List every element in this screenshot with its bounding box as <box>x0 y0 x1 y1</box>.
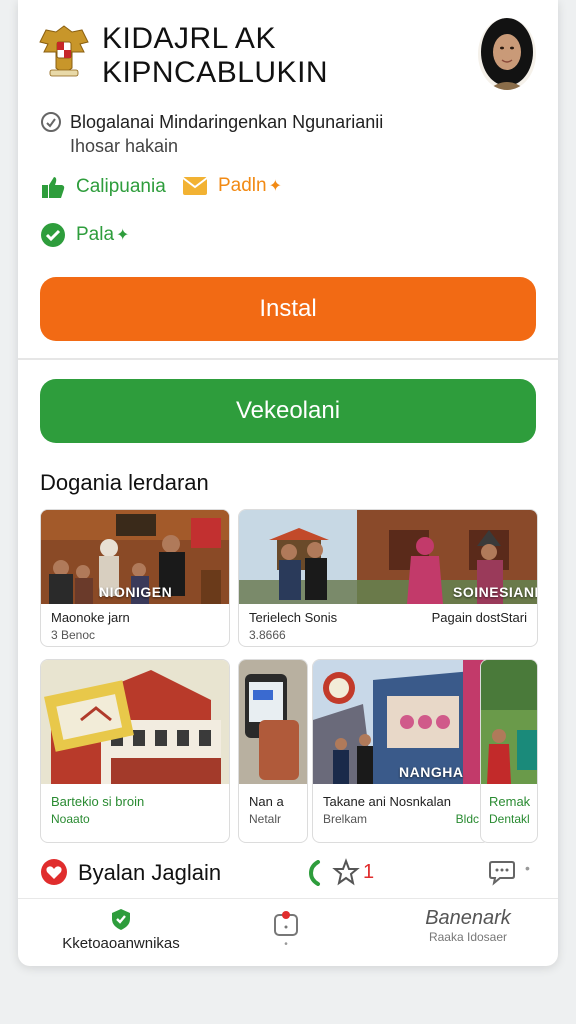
tile-overlay-text: NANGHA <box>399 764 464 780</box>
tag-padln[interactable]: Padln ✦ <box>182 174 282 198</box>
media-tile[interactable]: NANGHA Takane ani Nosnkalan Brelkam Bldc <box>312 659 490 843</box>
shield-check-icon <box>112 909 130 930</box>
tile-caption: Takane ani Nosnkalan <box>323 794 451 809</box>
sparkle-icon: ✦ <box>268 178 283 195</box>
nav-label: Banenark <box>425 907 511 929</box>
tile-caption-right: Pagain dostStari <box>431 610 527 625</box>
tile-caption: Maonoke jarn <box>51 610 130 625</box>
tile-subtitle: Netalr <box>249 812 282 826</box>
tile-caption: Remak <box>489 794 531 809</box>
divider <box>18 358 558 360</box>
media-tile[interactable]: Remak Dentakl <box>480 659 538 843</box>
check-circle-icon <box>41 223 65 247</box>
app-card: KIDAJRL AK KIPNCABLUKIN Blogalanai Minda… <box>18 0 558 966</box>
more-icon[interactable]: • <box>525 860 530 876</box>
app-header: KIDAJRL AK KIPNCABLUKIN <box>18 0 558 100</box>
envelope-icon <box>182 177 208 195</box>
info-circle-icon <box>41 112 61 132</box>
tag-calipuania[interactable]: Calipuania <box>40 174 166 200</box>
nav-sublabel: Raaka Idosaer <box>428 930 508 944</box>
tile-subtitle: Dentakl <box>489 812 530 826</box>
tile-subtitle: Noaato <box>51 812 90 826</box>
media-tile[interactable]: SOINESIANI Terielech Sonis Pagain dostSt… <box>238 509 538 647</box>
section-title: Dogania lerdaran <box>40 470 209 495</box>
download-icon <box>274 911 298 936</box>
tile-caption: Terielech Sonis <box>249 610 338 625</box>
garuda-emblem-icon <box>39 25 89 77</box>
sparkle-icon: ✦ <box>116 227 130 244</box>
tile-image <box>481 660 537 784</box>
app-description: Blogalanai Mindaringenkan Ngunarianii Ih… <box>40 110 540 158</box>
tile-subtitle-right: Bldc <box>455 812 479 826</box>
nav-label: Kketoaoanwnikas <box>62 935 180 952</box>
action-row: Byalan Jaglain 1 • <box>18 848 558 898</box>
star-count: 1 <box>363 861 375 883</box>
media-tile[interactable]: Nan a Netalr <box>238 659 308 843</box>
star-icon[interactable] <box>332 858 360 886</box>
nav-dot-icon: • <box>284 939 288 950</box>
nav-item-center[interactable]: • <box>266 907 306 950</box>
tag-label: Pala <box>76 224 115 245</box>
tile-subtitle: 3.8666 <box>249 628 286 642</box>
app-title-line2: KIPNCABLUKIN <box>102 56 329 89</box>
media-tile[interactable]: Bartekio si broin Noaato <box>40 659 230 843</box>
avatar[interactable] <box>478 18 536 90</box>
app-title: KIDAJRL AK KIPNCABLUKIN <box>102 22 462 90</box>
nav-item-home[interactable]: Kketoaoanwnikas <box>40 907 202 952</box>
tile-subtitle: Brelkam <box>323 812 368 826</box>
tag-pala[interactable]: Pala ✦ <box>40 222 129 248</box>
chat-bubble-icon[interactable] <box>488 858 516 886</box>
tile-overlay-text: SOINESIANI <box>453 584 538 600</box>
app-title-line1: KIDAJRL AK <box>102 22 276 55</box>
thumbs-up-icon <box>42 177 65 198</box>
install-button[interactable]: Instal <box>40 277 536 341</box>
tag-label: Calipuania <box>76 176 166 197</box>
tile-image <box>41 660 229 784</box>
tile-caption: Nan a <box>249 794 284 809</box>
tag-label: Padln <box>218 175 267 196</box>
heart-icon[interactable] <box>40 858 68 886</box>
description-line2: Ihosar hakain <box>70 136 179 156</box>
media-tile[interactable]: NIONIGEN Maonoke jarn 3 Benoc <box>40 509 230 647</box>
secondary-button[interactable]: Vekeolani <box>40 379 536 443</box>
description-line1: Blogalanai Mindaringenkan Ngunarianii <box>70 112 384 132</box>
tile-image <box>239 660 307 784</box>
tile-overlay-text: NIONIGEN <box>99 584 173 600</box>
nav-item-bookmarks[interactable]: Banenark Raaka Idosaer <box>406 907 530 944</box>
bottom-nav: Kketoaoanwnikas • Banenark Raaka Idosaer <box>18 898 558 966</box>
tile-subtitle: 3 Benoc <box>51 628 96 642</box>
action-label: Byalan Jaglain <box>78 860 222 885</box>
phone-icon[interactable] <box>308 860 324 886</box>
tile-caption: Bartekio si broin <box>51 794 145 809</box>
